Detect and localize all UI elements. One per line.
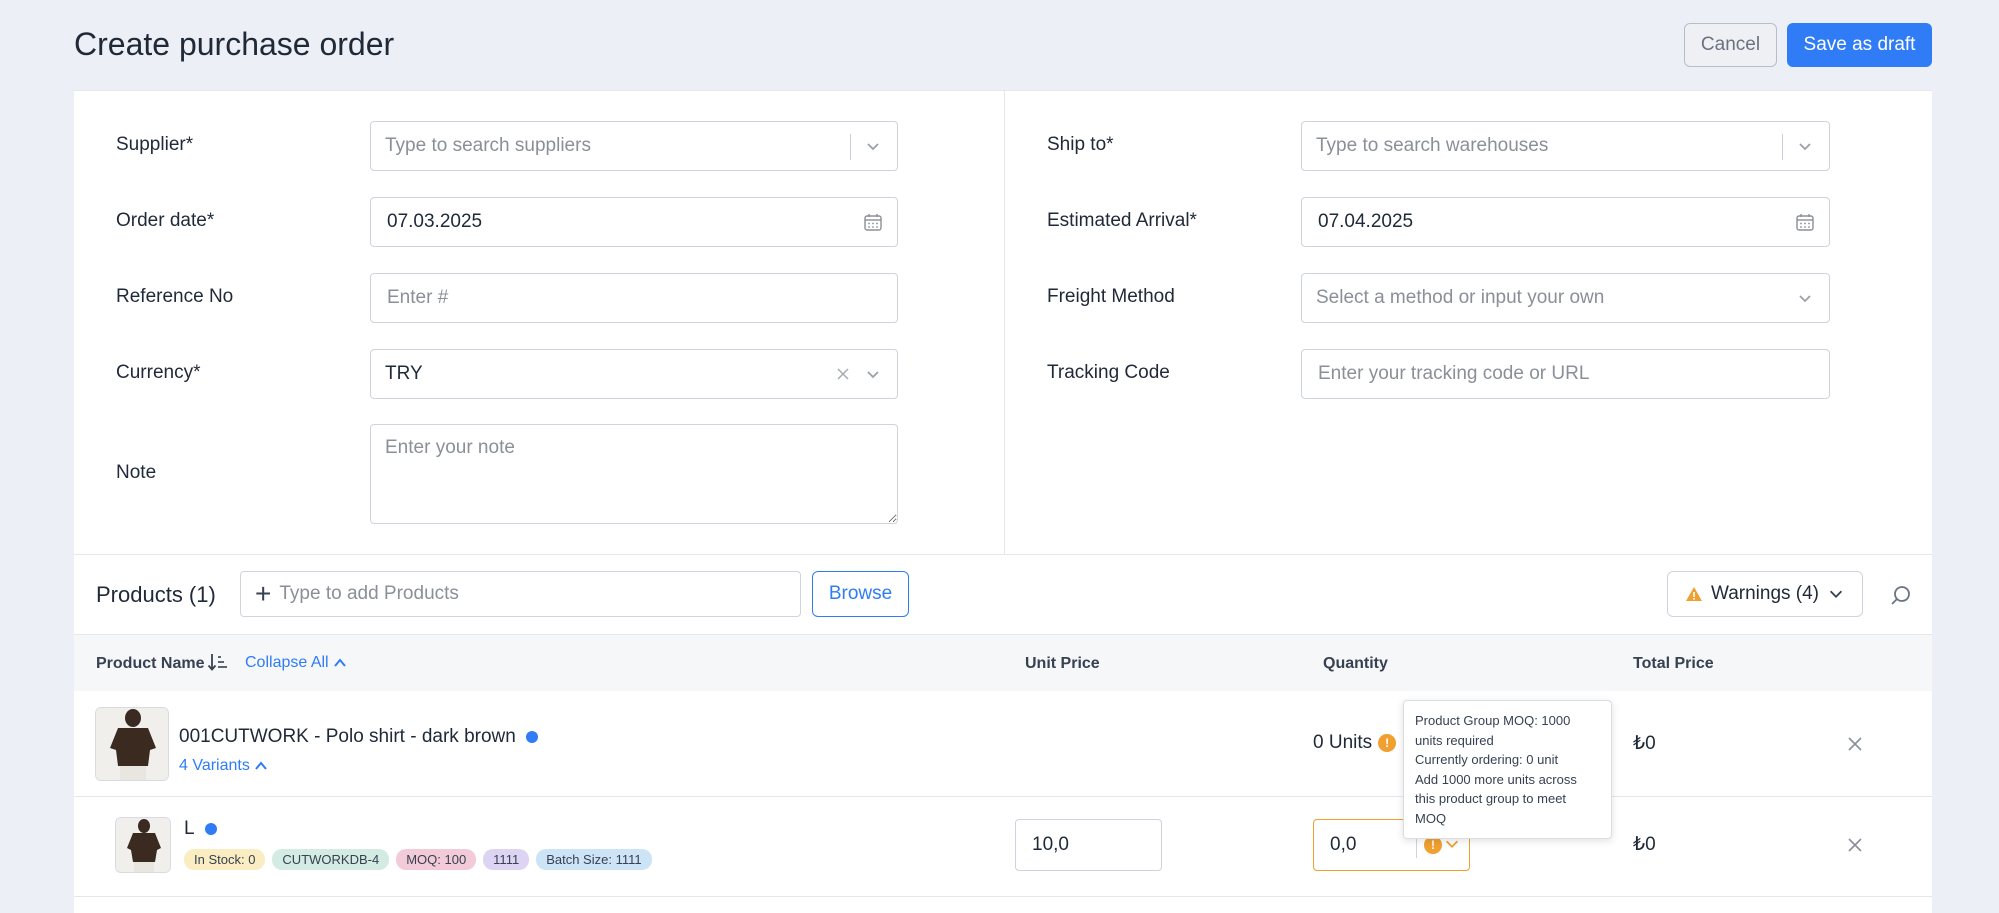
status-dot-icon <box>204 823 217 835</box>
tooltip-line-current: Currently ordering: 0 unit <box>1415 752 1559 767</box>
calendar-icon[interactable] <box>1795 212 1815 232</box>
chevron-up-icon <box>333 658 346 667</box>
order-date-value: 07.03.2025 <box>387 211 483 232</box>
currency-select[interactable]: TRY <box>370 349 898 399</box>
chevron-down-icon[interactable] <box>1795 288 1815 308</box>
tooltip-line-add: Add 1000 more units across this product … <box>1415 771 1577 826</box>
variant-name: L <box>184 818 217 840</box>
tag-sku: CUTWORKDB-4 <box>272 849 390 870</box>
currency-value: TRY <box>385 363 423 384</box>
supplier-placeholder: Type to search suppliers <box>385 135 591 156</box>
moq-tooltip: Product Group MOQ: 1000 units required C… <box>1403 700 1612 839</box>
ship-to-select[interactable]: Type to search warehouses <box>1301 121 1830 171</box>
tag-moq: MOQ: 100 <box>396 849 477 870</box>
collapse-all-label: Collapse All <box>245 654 329 671</box>
variant-row: L In Stock: 0 CUTWORKDB-4 MOQ: 100 1111 … <box>74 797 1932 897</box>
order-form-card: Supplier* Type to search suppliers Order… <box>74 90 1932 913</box>
tracking-code-label: Tracking Code <box>1047 362 1170 383</box>
supplier-select[interactable]: Type to search suppliers <box>370 121 898 171</box>
search-icon[interactable] <box>1889 584 1913 608</box>
section-divider <box>74 554 1932 555</box>
clear-icon[interactable] <box>833 364 853 384</box>
plus-icon: + <box>255 578 272 609</box>
group-units-text: 0 Units <box>1313 732 1373 753</box>
variant-total: ₺0 <box>1633 834 1656 855</box>
variants-toggle[interactable]: 4 Variants <box>179 757 268 775</box>
warning-icon[interactable]: ! <box>1378 734 1397 752</box>
chevron-down-icon[interactable] <box>863 136 883 156</box>
add-products-input[interactable]: + Type to add Products <box>240 571 801 617</box>
estimated-arrival-label: Estimated Arrival* <box>1047 210 1197 231</box>
shirt-image <box>96 708 168 780</box>
warnings-button[interactable]: Warnings (4) <box>1667 571 1863 617</box>
add-products-placeholder: Type to add Products <box>279 583 459 604</box>
order-date-field[interactable]: 07.03.2025 <box>370 197 898 247</box>
col-product-name[interactable]: Product Name <box>96 655 204 673</box>
product-thumbnail <box>95 707 169 781</box>
select-separator <box>850 134 851 160</box>
calendar-icon[interactable] <box>863 212 883 232</box>
tag-batch-size: Batch Size: 1111 <box>536 849 652 870</box>
product-group-name-text: 001CUTWORK - Polo shirt - dark brown <box>179 726 516 747</box>
page-header: Create purchase order Cancel Save as dra… <box>0 0 1999 90</box>
quantity-value: 0,0 <box>1330 834 1357 855</box>
supplier-label: Supplier* <box>116 134 194 155</box>
currency-label: Currency* <box>116 362 201 383</box>
product-group-row: 001CUTWORK - Polo shirt - dark brown 4 V… <box>74 691 1932 797</box>
chevron-up-icon <box>255 761 267 770</box>
products-title: Products (1) <box>96 582 216 607</box>
column-divider <box>1004 91 1005 554</box>
chevron-down-icon[interactable] <box>1795 136 1815 156</box>
close-icon[interactable] <box>1845 835 1865 855</box>
freight-method-select[interactable]: Select a method or input your own <box>1301 273 1830 323</box>
freight-method-label: Freight Method <box>1047 286 1175 307</box>
save-draft-button[interactable]: Save as draft <box>1787 23 1932 67</box>
product-group-name[interactable]: 001CUTWORK - Polo shirt - dark brown <box>179 726 538 748</box>
estimated-arrival-value: 07.04.2025 <box>1318 211 1414 232</box>
tag-in-stock: In Stock: 0 <box>184 849 266 870</box>
col-quantity: Quantity <box>1323 655 1388 672</box>
tooltip-line-moq: Product Group MOQ: 1000 units required <box>1415 713 1571 748</box>
status-dot-icon <box>525 731 538 743</box>
browse-button[interactable]: Browse <box>812 571 909 617</box>
sort-icon[interactable] <box>207 652 229 672</box>
reference-input[interactable]: Enter # <box>370 273 898 323</box>
variants-label: 4 Variants <box>179 757 250 774</box>
collapse-all-button[interactable]: Collapse All <box>245 654 347 672</box>
note-label: Note <box>116 462 157 483</box>
group-units: 0 Units ! <box>1313 732 1397 754</box>
unit-price-input[interactable]: 10,0 <box>1015 819 1162 871</box>
variant-thumbnail <box>115 817 171 873</box>
variant-name-text: L <box>184 818 195 839</box>
chevron-down-icon[interactable] <box>863 364 883 384</box>
ship-to-placeholder: Type to search warehouses <box>1316 135 1549 156</box>
warning-icon <box>1685 587 1702 601</box>
warnings-label: Warnings (4) <box>1710 583 1820 604</box>
col-unit-price: Unit Price <box>1025 655 1100 672</box>
shirt-image <box>116 818 170 872</box>
tag-code: 1111 <box>483 849 530 870</box>
close-icon[interactable] <box>1845 734 1865 754</box>
cancel-button[interactable]: Cancel <box>1684 23 1777 67</box>
tracking-code-input[interactable]: Enter your tracking code or URL <box>1301 349 1830 399</box>
table-header: Product Name Collapse All Unit Price Qua… <box>74 634 1932 691</box>
order-date-label: Order date* <box>116 210 215 231</box>
select-separator <box>1782 134 1783 160</box>
tracking-code-placeholder: Enter your tracking code or URL <box>1318 363 1590 384</box>
group-total: ₺0 <box>1633 733 1656 754</box>
note-textarea[interactable] <box>370 424 898 524</box>
page-title: Create purchase order <box>74 26 395 62</box>
ship-to-label: Ship to* <box>1047 134 1114 155</box>
chevron-down-icon <box>1829 590 1843 598</box>
estimated-arrival-field[interactable]: 07.04.2025 <box>1301 197 1830 247</box>
reference-placeholder: Enter # <box>387 287 449 308</box>
reference-label: Reference No <box>116 286 234 307</box>
variant-tags: In Stock: 0 CUTWORKDB-4 MOQ: 100 1111 Ba… <box>184 849 652 870</box>
col-total-price: Total Price <box>1633 655 1714 672</box>
unit-price-value: 10,0 <box>1032 834 1069 855</box>
freight-method-placeholder: Select a method or input your own <box>1316 287 1605 308</box>
